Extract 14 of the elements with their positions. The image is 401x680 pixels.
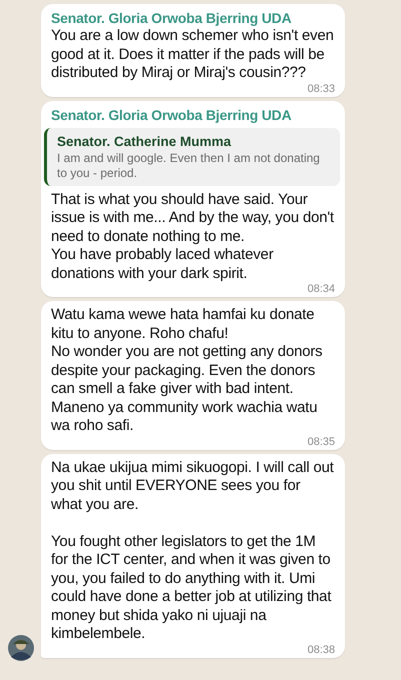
message-text: You are a low down schemer who isn't even good at it. Does it matter if the pads will be distributed by Miraj or Miraj's cousin??? <box>51 27 335 82</box>
quoted-message[interactable]: Senator. Catherine Mumma I am and will google. Even then I am not donating to you - period. <box>44 128 340 186</box>
message-time: 08:34 <box>307 283 335 295</box>
sender-name: Senator. Gloria Orwoba Bjerring UDA <box>51 9 292 27</box>
quoted-author: Senator. Catherine Mumma <box>57 132 232 150</box>
message-time: 08:35 <box>307 436 335 448</box>
message-text: Na ukae ukijua mimi sikuogopi. I will call out you shit until EVERYONE sees you for what you are. You fought other legislators to get the 1M for the ICT center, and when it was given to you, you failed to do anything with it. Umi could have done a better job at utilizing that money but shida yako ni ujuaji na kimbelembele. <box>51 458 335 644</box>
message-text: Watu kama wewe hata hamfai ku donate kitu to anyone. Roho chafu! No wonder you are not getting any donors despite your packaging. Even the donors can smell a fake giver with bad intent. Maneno ya community work wachia watu wa roho safi. <box>51 306 324 436</box>
sender-name: Senator. Gloria Orwoba Bjerring UDA <box>51 106 292 124</box>
avatar[interactable] <box>8 634 34 660</box>
message-text: That is what you should have said. Your issue is with me... And by the way, you don't need to donate nothing to me. You have probably laced whatever donations with your dark spirit. <box>51 190 335 283</box>
quoted-text: I am and will google. Even then I am not donating to you - period. <box>57 150 321 180</box>
message-time: 08:38 <box>307 644 335 656</box>
message-time: 08:33 <box>307 82 335 94</box>
